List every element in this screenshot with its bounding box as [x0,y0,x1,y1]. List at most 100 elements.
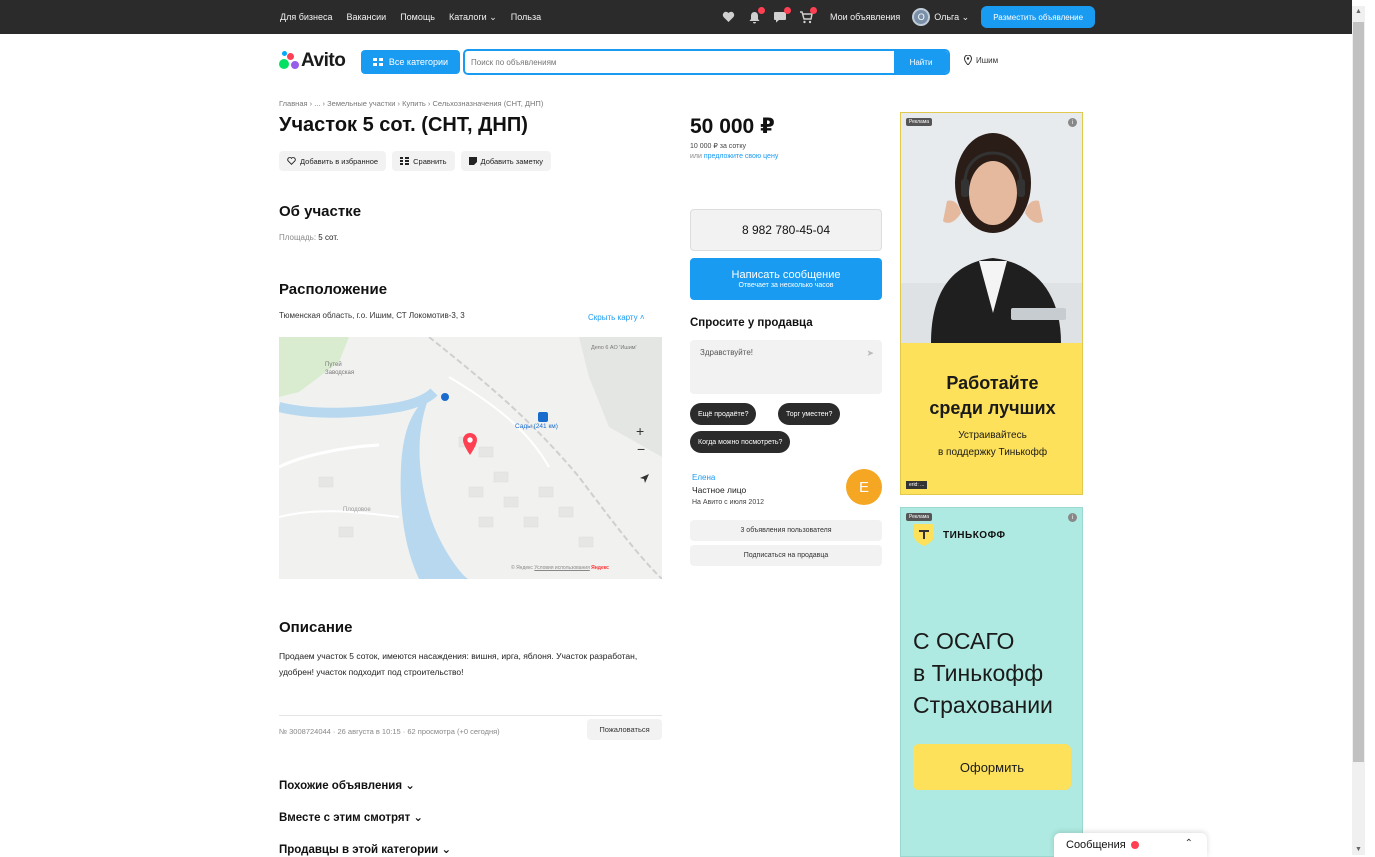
map-depot-label: Депо 6 АО 'Ишим' [591,345,637,351]
compare-label: Сравнить [413,156,447,166]
ask-seller-heading: Спросите у продавца [690,317,813,329]
seller-avatar[interactable]: Е [846,469,882,505]
map-marker-pin-icon[interactable] [462,433,478,455]
listing-address: Тюменская область, г.о. Ишим, СТ Локомот… [279,311,465,320]
messages-chat-icon[interactable] [772,7,791,25]
listing-meta: № 3008724044 · 26 августа в 10:15 · 62 п… [279,727,500,736]
add-note-label: Добавить заметку [480,156,543,166]
link-vacancies[interactable]: Вакансии [347,12,387,22]
area-label: Площадь: [279,233,317,242]
ad-subline-line-1: Устраивайтесь [958,430,1027,441]
find-button[interactable]: Найти [894,51,948,73]
messages-widget-label: Сообщения [1066,839,1126,851]
ad-headline: Работайте среди лучших [901,371,1082,421]
user-avatar[interactable]: О [912,8,931,26]
window-edge [1365,0,1375,857]
top-user-area: Мои объявления О Ольга ⌄ Разместить объя… [720,0,1096,34]
map-terms-link[interactable]: Условия использования [534,565,590,571]
seller-ads-button[interactable]: 3 объявления пользователя [690,520,882,541]
ad-headline: С ОСАГО в Тинькофф Страховании [913,625,1053,721]
breadcrumb[interactable]: Главная › ... › Земельные участки › Купи… [279,99,543,108]
map-street-label-2: Заводская [325,370,355,376]
scroll-down-arrow-icon[interactable]: ▼ [1352,846,1365,853]
map-zoom-out-button[interactable]: − [637,441,645,457]
map-attribution: © Яндекс Условия использования Яндекс [511,565,609,571]
area-row: Площадь: 5 сот. [279,233,338,242]
post-ad-button[interactable]: Разместить объявление [981,6,1096,28]
messages-widget[interactable]: Сообщения ⌃ [1054,833,1207,857]
ad-banner-work-at-tinkoff[interactable]: Реклама i Работайте среди лучших Устраив… [900,112,1083,495]
ad-subline-line-2: в поддержку Тинькофф [937,447,1048,458]
add-to-favorites-label: Добавить в избранное [300,156,379,166]
my-ads-link[interactable]: Мои объявления [830,12,900,22]
quick-question-viewing[interactable]: Когда можно посмотреть? [690,431,791,453]
divider [279,715,662,716]
write-message-button[interactable]: Написать сообщение Отвечает за несколько… [690,258,882,300]
category-sellers-toggle[interactable]: Продавцы в этой категории ⌄ [279,842,451,856]
ask-seller-text: Здравствуйте! [700,348,754,357]
link-help[interactable]: Помощь [400,12,435,22]
map-geolocate-icon[interactable] [639,473,650,484]
ask-seller-input[interactable]: Здравствуйте! ➤ [690,340,882,394]
ad-subline: Устраивайтесь в поддержку Тинькофф [901,427,1082,461]
subscribe-seller-button[interactable]: Подписаться на продавца [690,545,882,566]
chevron-up-icon[interactable]: ⌃ [1185,838,1193,849]
avito-logo-dots-icon [279,51,299,71]
messages-badge [784,7,791,14]
map-yandex-logo: Яндекс [591,565,609,571]
user-menu[interactable]: Ольга ⌄ [934,12,969,23]
similar-ads-toggle[interactable]: Похожие объявления ⌄ [279,778,415,792]
cart-icon[interactable] [798,7,817,25]
location-map[interactable]: Путей Заводская Сады (241 км) Плодовое Д… [279,337,662,579]
top-links: Для бизнеса Вакансии Помощь Каталоги ⌄ П… [280,0,541,34]
quick-question-bargain[interactable]: Торг уместен? [778,403,841,425]
location-name: Ишим [976,55,999,65]
also-viewed-toggle[interactable]: Вместе с этим смотрят ⌄ [279,810,423,824]
ad-banner-tinkoff-osago[interactable]: Реклама i ТИНЬКОФФ С ОСАГО в Тинькофф Ст… [900,507,1083,857]
tinkoff-shield-icon [914,524,934,546]
add-to-favorites-button[interactable]: Добавить в избранное [279,151,387,171]
send-arrow-icon[interactable]: ➤ [866,348,874,359]
scrollbar-thumb[interactable] [1353,22,1364,762]
link-catalogs[interactable]: Каталоги ⌄ [449,12,497,23]
listing-actions: Добавить в избранное Сравнить Добавить з… [279,151,551,171]
page-scrollbar[interactable]: ▲ ▼ [1352,6,1365,855]
notifications-bell-icon[interactable] [746,7,765,25]
quick-question-still-selling[interactable]: Ещё продаёте? [690,403,757,425]
location-selector[interactable]: Ишим [964,55,998,65]
tinkoff-brand-name: ТИНЬКОФФ [943,529,1006,541]
seller-type: Частное лицо [692,485,747,495]
grid-icon [372,58,383,66]
ad-info-icon[interactable]: i [1068,513,1077,522]
ad-headline-line-3: Страховании [913,692,1053,718]
show-phone-button[interactable]: 8 982 780-45-04 [690,209,882,251]
ad-cta-button[interactable]: Оформить [913,744,1071,790]
seller-name-link[interactable]: Елена [692,473,715,482]
compare-button[interactable]: Сравнить [392,151,455,171]
ad-photo-woman-headset [901,113,1082,343]
about-heading: Об участке [279,203,362,220]
report-button[interactable]: Пожаловаться [587,719,662,740]
top-navigation-bar: Для бизнеса Вакансии Помощь Каталоги ⌄ П… [0,0,1352,34]
favorites-heart-icon[interactable] [720,9,736,25]
ad-label: Реклама [906,513,933,521]
ad-headline-line-2: в Тинькофф [913,660,1044,686]
map-zoom-in-button[interactable]: + [636,423,644,439]
search-input[interactable] [465,51,894,73]
location-pin-icon [964,55,972,65]
add-note-button[interactable]: Добавить заметку [460,151,551,171]
scroll-up-arrow-icon[interactable]: ▲ [1352,8,1365,15]
tinkoff-brand: ТИНЬКОФФ [913,523,1006,547]
all-categories-button[interactable]: Все категории [361,50,460,74]
listing-price: 50 000 ₽ [690,115,775,138]
description-heading: Описание [279,619,353,636]
link-for-business[interactable]: Для бизнеса [280,12,333,22]
map-place-label: Сады (241 км) [515,423,558,430]
avito-logo[interactable]: Avito [279,50,346,72]
offer-price-link[interactable]: предложите свою цену [704,153,778,160]
hide-map-link[interactable]: Скрыть карту ˄ [588,313,645,322]
ad-erid-label: erid: ... [906,481,928,489]
ad-headline-line-1: С ОСАГО [913,628,1015,654]
link-benefit[interactable]: Польза [511,12,541,22]
ad-info-icon[interactable]: i [1068,118,1077,127]
